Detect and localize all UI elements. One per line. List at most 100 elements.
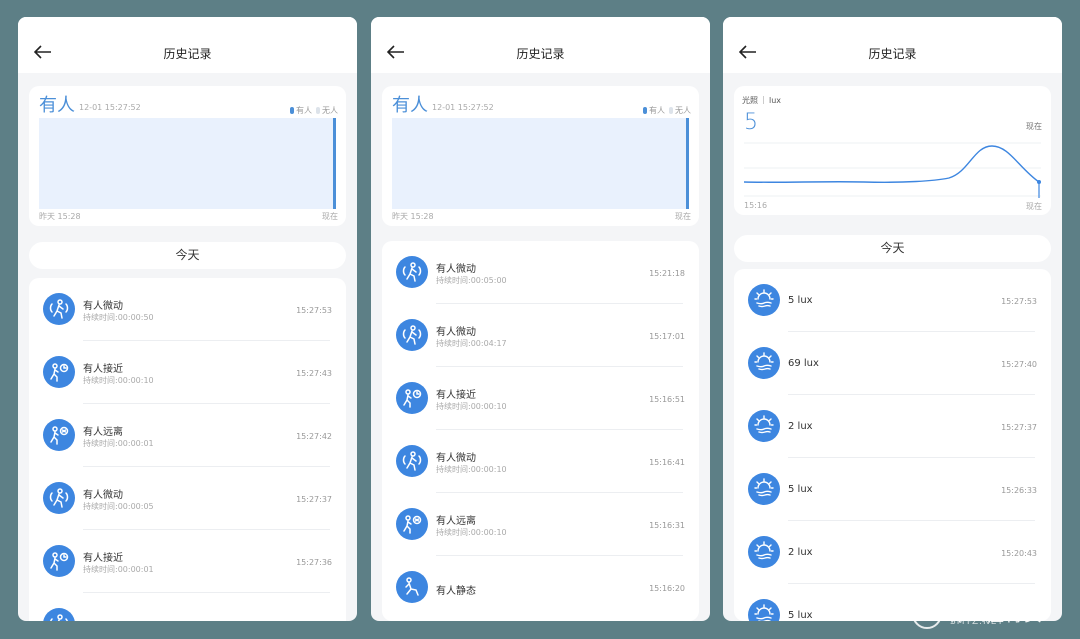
event-label: 5 lux	[788, 610, 813, 621]
list-item[interactable]: 有人微动 持续时间:00:00:10 15:16:41	[382, 430, 699, 493]
occupancy-chart-card: 有人 12-01 15:27:52 有人 无人 昨天 15:28 现在	[29, 86, 346, 226]
list-item[interactable]: 69 lux 15:27:40	[734, 332, 1051, 395]
list-item[interactable]: 有人微动 持续时间:00:00:50 15:27:53	[29, 278, 346, 341]
occupancy-state: 有人	[39, 95, 75, 116]
axis-end-label: 现在	[322, 212, 338, 221]
list-item[interactable]: 有人微动	[29, 593, 346, 621]
event-list: 5 lux 15:27:53 69 lux 15:27:40 2 lux 15:27:37…	[734, 269, 1051, 621]
event-duration: 持续时间:00:00:10	[436, 464, 507, 475]
illuminance-name: 光照	[742, 96, 758, 105]
history-panel-occupancy-scrolled: 历史记录 有人 12-01 15:27:52 有人 无人 昨天 15:28 现在 …	[371, 17, 710, 621]
legend-empty-label: 无人	[675, 106, 691, 115]
event-label: 有人微动	[83, 301, 123, 312]
event-time: 15:16:41	[649, 458, 685, 467]
page-title: 历史记录	[868, 47, 917, 61]
axis-end-label: 现在	[1026, 202, 1042, 211]
event-label: 有人微动	[83, 490, 123, 501]
event-time: 15:16:31	[649, 521, 685, 530]
list-item[interactable]: 有人远离 持续时间:00:00:01 15:27:42	[29, 404, 346, 467]
list-item[interactable]: 有人接近 持续时间:00:00:10 15:16:51	[382, 367, 699, 430]
chart-legend: 有人 无人	[290, 105, 338, 116]
watermark: 值 什么值得买 SMYZ.NET	[910, 597, 1075, 631]
event-time: 15:16:51	[649, 395, 685, 404]
event-duration: 持续时间:00:04:17	[436, 338, 507, 349]
duration-value: 00:00:10	[470, 465, 507, 474]
illuminance-unit: lux	[769, 96, 782, 105]
list-item[interactable]: 有人远离 持续时间:00:00:10 15:16:31	[382, 493, 699, 556]
event-list: 有人微动 持续时间:00:05:00 15:21:18 有人微动 持续时间:00:04:…	[382, 241, 699, 621]
list-item[interactable]: 2 lux 15:20:43	[734, 521, 1051, 584]
static-person-icon	[396, 571, 428, 603]
event-time: 15:17:01	[649, 332, 685, 341]
event-time: 15:27:53	[1001, 297, 1037, 306]
event-label: 有人微动	[436, 453, 476, 464]
list-item[interactable]: 有人微动 持续时间:00:00:05 15:27:37	[29, 467, 346, 530]
event-label: 有人微动	[83, 619, 123, 621]
label-separator	[763, 96, 764, 104]
list-item[interactable]: 有人静态 15:16:20	[382, 556, 699, 619]
legend-empty-label: 无人	[322, 106, 338, 115]
axis-start-label: 昨天 15:28	[39, 212, 81, 221]
list-item[interactable]: 有人微动 持续时间:00:05:00 15:21:18	[382, 241, 699, 304]
event-time: 15:27:36	[296, 558, 332, 567]
sun-icon	[748, 473, 780, 505]
watermark-subtext: SMYZ.NET	[950, 617, 1004, 627]
duration-value: 00:00:01	[117, 439, 154, 448]
occupancy-timestamp: 12-01 15:27:52	[79, 103, 141, 112]
event-label: 有人接近	[83, 364, 123, 375]
list-item[interactable]: 有人接近 持续时间:00:00:01 15:27:36	[29, 530, 346, 593]
top-bar: 历史记录	[371, 17, 710, 73]
list-item[interactable]: 有人接近 持续时间:00:00:10 15:27:43	[29, 341, 346, 404]
list-item[interactable]: 5 lux 15:26:33	[734, 458, 1051, 521]
event-duration: 持续时间:00:00:01	[83, 564, 154, 575]
event-label: 有人接近	[83, 553, 123, 564]
duration-value: 00:00:10	[117, 376, 154, 385]
occupancy-timeline[interactable]	[392, 118, 689, 209]
list-item[interactable]: 2 lux 15:27:37	[734, 395, 1051, 458]
approach-person-icon	[396, 382, 428, 414]
event-duration: 持续时间:00:00:01	[83, 438, 154, 449]
top-bar: 历史记录	[18, 17, 357, 73]
event-label: 5 lux	[788, 295, 813, 306]
axis-start-label: 昨天 15:28	[392, 212, 434, 221]
event-duration: 持续时间:00:00:10	[436, 401, 507, 412]
now-label: 现在	[1026, 122, 1042, 131]
event-label: 有人远离	[436, 516, 476, 527]
event-time: 15:27:43	[296, 369, 332, 378]
duration-label: 持续时间:	[436, 465, 471, 474]
chart-legend: 有人 无人	[643, 105, 691, 116]
today-section-header[interactable]: 今天	[29, 242, 346, 269]
sun-icon	[748, 284, 780, 316]
page-title: 历史记录	[163, 47, 212, 61]
event-time: 15:27:40	[1001, 360, 1037, 369]
duration-value: 00:05:00	[470, 276, 507, 285]
event-label: 2 lux	[788, 547, 813, 558]
event-label: 有人接近	[436, 390, 476, 401]
duration-label: 持续时间:	[436, 339, 471, 348]
event-time: 15:26:33	[1001, 486, 1037, 495]
event-duration: 持续时间:00:05:00	[436, 275, 507, 286]
motion-person-icon	[396, 256, 428, 288]
legend-occupied-label: 有人	[296, 106, 312, 115]
event-label: 69 lux	[788, 358, 819, 369]
event-time: 15:27:37	[1001, 423, 1037, 432]
duration-label: 持续时间:	[83, 376, 118, 385]
top-bar: 历史记录	[723, 17, 1062, 73]
today-section-header[interactable]: 今天	[734, 235, 1051, 262]
axis-start-label: 15:16	[744, 201, 768, 210]
duration-value: 00:04:17	[470, 339, 507, 348]
occupancy-timeline[interactable]	[39, 118, 336, 209]
legend-occupied-label: 有人	[649, 106, 665, 115]
list-item[interactable]: 5 lux 15:27:53	[734, 269, 1051, 332]
list-item[interactable]: 有人微动 持续时间:00:04:17 15:17:01	[382, 304, 699, 367]
axis-end-label: 现在	[675, 212, 691, 221]
occupancy-chart-card: 有人 12-01 15:27:52 有人 无人 昨天 15:28 现在	[382, 86, 699, 226]
duration-value: 00:00:10	[470, 528, 507, 537]
illuminance-line-chart[interactable]	[744, 138, 1041, 200]
event-duration: 持续时间:00:00:10	[436, 527, 507, 538]
motion-person-icon	[43, 482, 75, 514]
occupancy-state: 有人	[392, 95, 428, 116]
event-time: 15:27:53	[296, 306, 332, 315]
illuminance-current-value: 5	[744, 110, 758, 135]
event-time: 15:27:37	[296, 495, 332, 504]
